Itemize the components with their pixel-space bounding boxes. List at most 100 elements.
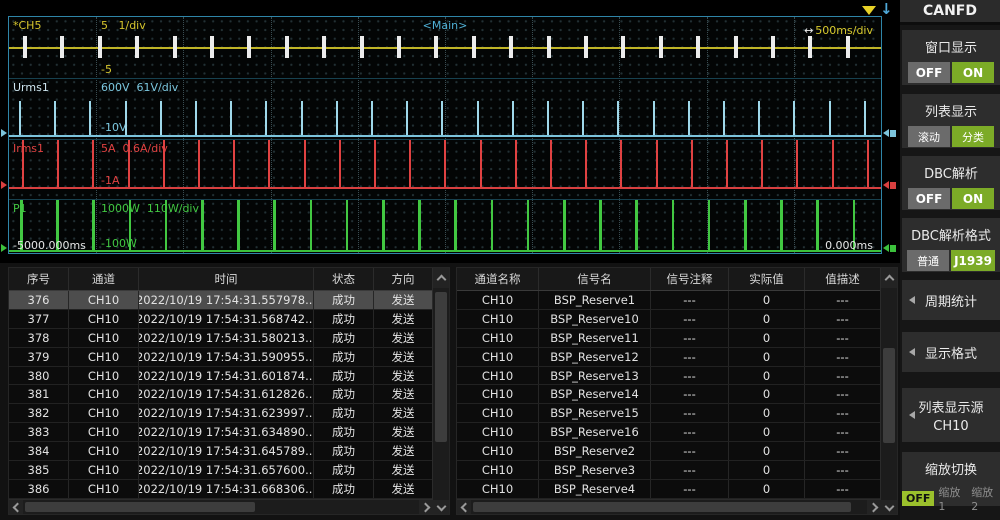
signal-row[interactable]: CH10BSP_Reserve13---0--- [457,367,881,386]
scroll-down-button[interactable] [881,500,897,514]
dbc-format-normal-button[interactable]: 普通 [907,250,949,271]
signal-row[interactable]: CH10BSP_Reserve10---0--- [457,310,881,329]
frame-row[interactable]: 384CH102022/10/19 17:54:31.645789...成功发送 [9,442,433,461]
signal-row[interactable]: CH10BSP_Reserve11---0--- [457,329,881,348]
table-cell: 2022/10/19 17:54:31.568742... [139,310,314,328]
signal-row[interactable]: CH10BSP_Reserve1---0--- [457,291,881,310]
vertical-scroll-thumb[interactable] [435,292,447,442]
table-cell: --- [651,461,729,479]
table-cell: CH10 [457,385,539,403]
trigger-position-marker[interactable] [862,6,876,15]
table-cell: BSP_Reserve4 [539,480,651,498]
window-display-off-button[interactable]: OFF [908,62,950,83]
dbc-decode-off-button[interactable]: OFF [908,188,950,209]
table-cell: CH10 [69,423,139,441]
horizontal-scroll-thumb[interactable] [25,502,255,512]
p1-left-marker[interactable] [1,244,7,252]
column-header: 序号 [9,268,69,290]
waveform-spike [780,200,783,250]
frame-row[interactable]: 383CH102022/10/19 17:54:31.634890...成功发送 [9,423,433,442]
waveform-spike [582,101,584,135]
dbc-format-j1939-button[interactable]: J1939 [951,250,995,271]
table-cell: --- [651,367,729,385]
waveform-spike [617,101,619,135]
table-cell: 380 [9,367,69,385]
vertical-scroll-thumb[interactable] [883,348,895,443]
table-cell: 379 [9,348,69,366]
frame-row[interactable]: 385CH102022/10/19 17:54:31.657600...成功发送 [9,461,433,480]
waveform-spike [339,140,341,187]
column-header: 信号名 [539,268,651,290]
horizontal-scrollbar[interactable] [9,499,433,514]
vertical-scrollbar[interactable] [432,268,449,500]
irms1-left-marker[interactable] [1,181,7,189]
zoom2-button[interactable]: 缩放2 [971,484,1000,513]
scroll-right-button[interactable] [419,500,433,514]
waveform-spike [585,140,587,187]
frame-row[interactable]: 381CH102022/10/19 17:54:31.612826...成功发送 [9,385,433,404]
window-display-on-button[interactable]: ON [952,62,994,83]
signal-row[interactable]: CH10BSP_Reserve14---0--- [457,385,881,404]
frame-row[interactable]: 382CH102022/10/19 17:54:31.623997...成功发送 [9,404,433,423]
signal-row[interactable]: CH10BSP_Reserve12---0--- [457,348,881,367]
zoom-off-button[interactable]: OFF [902,491,934,506]
waveform-spike [621,36,625,58]
channel-section-p1: P1 1000W 110W/div -100W [9,199,881,254]
scroll-up-button[interactable] [433,268,449,288]
trigger-arrow-icon[interactable]: ↓ [880,2,893,16]
frame-row[interactable]: 376CH102022/10/19 17:54:31.557978...成功发送 [9,291,433,310]
dbc-decode-on-button[interactable]: ON [952,188,994,209]
table-cell: CH10 [457,404,539,422]
signal-row[interactable]: CH10BSP_Reserve16---0--- [457,423,881,442]
table-cell: --- [805,367,881,385]
irms1-right-marker[interactable] [883,181,896,189]
urms1-left-marker[interactable] [1,129,7,137]
table-cell: 0 [729,310,805,328]
horizontal-scrollbar[interactable] [457,499,881,514]
waveform-spike [771,36,775,58]
waveform-spike [758,101,760,135]
signal-row[interactable]: CH10BSP_Reserve3---0--- [457,461,881,480]
urms1-right-marker[interactable] [883,129,896,137]
signal-row[interactable]: CH10BSP_Reserve4---0--- [457,480,881,499]
timebase-arrows-icon: ↔ [804,24,813,37]
list-classify-button[interactable]: 分类 [952,126,994,147]
table-cell: 发送 [374,385,433,403]
table-cell: 发送 [374,310,433,328]
list-display-label: 列表显示 [902,94,1000,120]
table-cell: 成功 [314,404,374,422]
table-cell: 成功 [314,442,374,460]
scroll-down-button[interactable] [433,500,449,514]
zoom1-button[interactable]: 缩放1 [938,484,967,513]
table-cell: 2022/10/19 17:54:31.601874... [139,367,314,385]
horizontal-scroll-thumb[interactable] [473,502,851,512]
signal-row[interactable]: CH10BSP_Reserve2---0--- [457,442,881,461]
menu-list-source[interactable]: 列表显示源 CH10 [902,388,1000,442]
waveform-spike [599,200,602,250]
frame-row[interactable]: 380CH102022/10/19 17:54:31.601874...成功发送 [9,367,433,386]
submenu-arrow-icon [909,296,915,304]
waveform-spike [54,101,56,135]
menu-display-format[interactable]: 显示格式 [902,332,1000,372]
scroll-left-button[interactable] [457,500,471,514]
menu-period-statistics[interactable]: 周期统计 [902,280,1000,320]
signal-row[interactable]: CH10BSP_Reserve15---0--- [457,404,881,423]
frame-row[interactable]: 378CH102022/10/19 17:54:31.580213...成功发送 [9,329,433,348]
table-cell: --- [805,404,881,422]
table-cell: 2022/10/19 17:54:31.580213... [139,329,314,347]
p1-right-marker[interactable] [883,244,896,252]
frame-row[interactable]: 386CH102022/10/19 17:54:31.668306...成功发送 [9,480,433,499]
scroll-right-button[interactable] [867,500,881,514]
waveform-spike [322,36,326,58]
dbc-decode-label: DBC解析 [902,156,1000,182]
frame-row[interactable]: 377CH102022/10/19 17:54:31.568742...成功发送 [9,310,433,329]
waveform-spike [135,36,139,58]
channel-baseline-label-irms1: -1A [101,174,120,187]
frame-row[interactable]: 379CH102022/10/19 17:54:31.590955...成功发送 [9,348,433,367]
scroll-up-button[interactable] [881,268,897,288]
list-scroll-button[interactable]: 滚动 [908,126,950,147]
scroll-left-button[interactable] [9,500,23,514]
table-cell: 2022/10/19 17:54:31.668306... [139,480,314,498]
table-cell: BSP_Reserve2 [539,442,651,460]
vertical-scrollbar[interactable] [880,268,897,500]
